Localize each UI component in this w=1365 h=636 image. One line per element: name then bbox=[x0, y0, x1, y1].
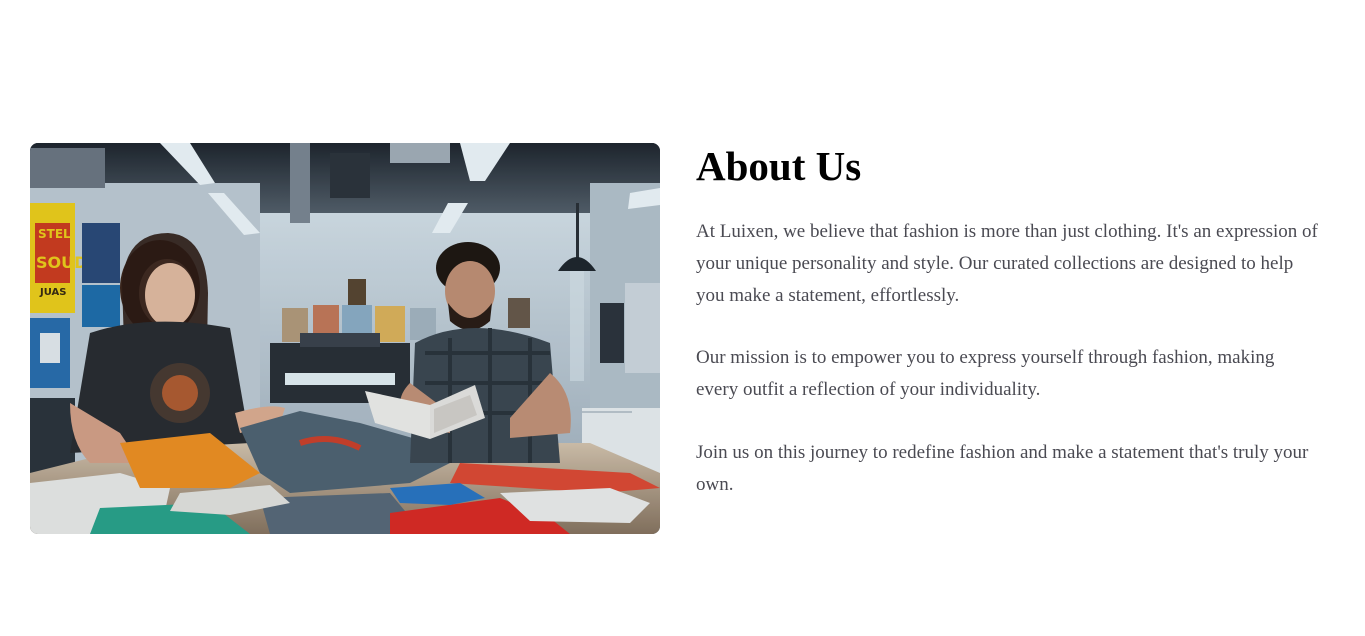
about-image: STEL SOUD JUAS bbox=[30, 143, 660, 534]
about-paragraph-journey: Join us on this journey to redefine fash… bbox=[696, 442, 1309, 495]
page-title: About Us bbox=[696, 143, 862, 189]
about-section: STEL SOUD JUAS About Us At Luixen, we be… bbox=[30, 143, 1330, 534]
workshop-photo-illustration: STEL SOUD JUAS bbox=[30, 143, 660, 534]
about-text-column: About Us At Luixen, we believe that fash… bbox=[696, 143, 1326, 501]
about-paragraph-mission: Our mission is to empower you to express… bbox=[696, 347, 1275, 400]
about-paragraph-intro: At Luixen, we believe that fashion is mo… bbox=[696, 221, 1318, 306]
